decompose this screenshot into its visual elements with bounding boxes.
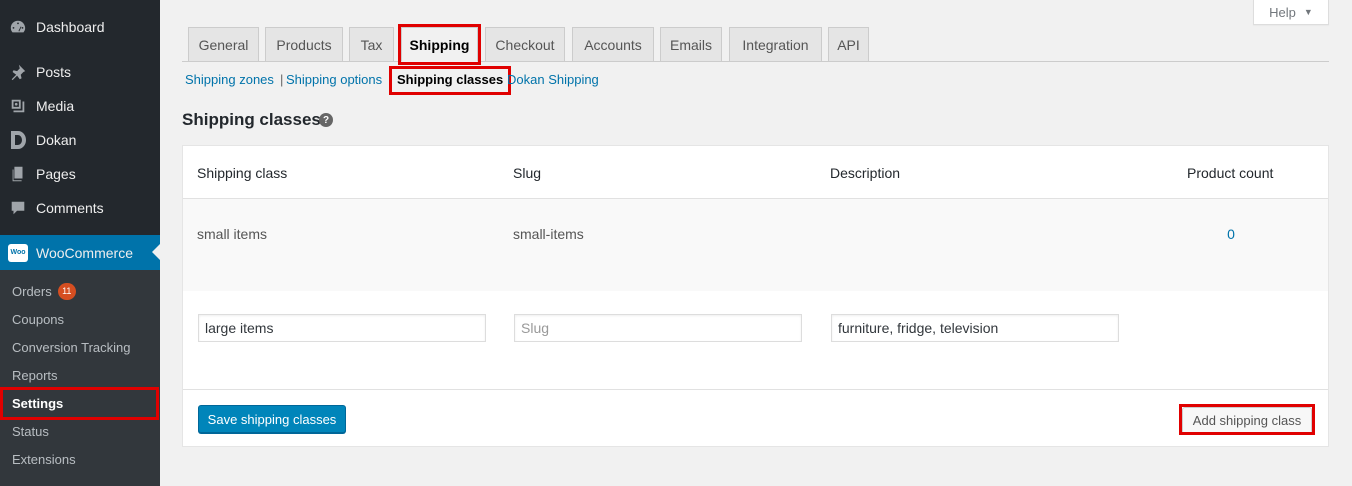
column-header-product-count: Product count bbox=[1187, 165, 1274, 181]
woocommerce-icon: Woo bbox=[0, 243, 36, 262]
tab-tax[interactable]: Tax bbox=[349, 27, 394, 62]
section-dokan-shipping[interactable]: Dokan Shipping bbox=[507, 72, 599, 87]
menu-item-comments[interactable]: Comments bbox=[0, 191, 160, 225]
tab-integration[interactable]: Integration bbox=[729, 27, 822, 62]
submenu-item-conversion-tracking[interactable]: Conversion Tracking bbox=[12, 333, 131, 361]
menu-item-dashboard[interactable]: Dashboard bbox=[0, 10, 160, 44]
comments-icon bbox=[0, 199, 36, 217]
shipping-class-name: small items bbox=[197, 226, 268, 242]
add-shipping-class-button[interactable]: Add shipping class bbox=[1182, 407, 1312, 434]
submenu-item-orders[interactable]: Orders 11 bbox=[12, 277, 76, 305]
settings-tabs: General Products Tax Shipping Checkout A… bbox=[182, 24, 1329, 65]
menu-item-media[interactable]: Media bbox=[0, 89, 160, 123]
new-class-name-input[interactable] bbox=[198, 314, 486, 342]
tab-checkout[interactable]: Checkout bbox=[485, 27, 565, 62]
media-icon bbox=[0, 97, 36, 115]
menu-label-comments: Comments bbox=[36, 200, 104, 216]
menu-item-pages[interactable]: Pages bbox=[0, 157, 160, 191]
page-title: Shipping classes bbox=[182, 110, 321, 129]
column-header-description: Description bbox=[830, 165, 901, 181]
submenu-item-reports[interactable]: Reports bbox=[12, 361, 58, 389]
tab-api[interactable]: API bbox=[828, 27, 869, 62]
shipping-classes-table: Shipping class Slug Description Product … bbox=[182, 145, 1329, 447]
admin-sidebar: Dashboard Posts Media Dokan Pages Commen… bbox=[0, 0, 160, 486]
pin-icon bbox=[0, 63, 36, 81]
shipping-class-slug: small-items bbox=[513, 226, 584, 242]
submenu-item-coupons[interactable]: Coupons bbox=[12, 305, 64, 333]
save-shipping-classes-button[interactable]: Save shipping classes bbox=[198, 405, 346, 433]
column-header-shipping-class: Shipping class bbox=[197, 165, 288, 181]
help-tip-icon[interactable]: ? bbox=[319, 113, 333, 127]
table-row[interactable]: small items small-items 0 bbox=[183, 199, 1328, 291]
submenu-item-status[interactable]: Status bbox=[12, 417, 49, 445]
help-label: Help bbox=[1269, 4, 1296, 20]
menu-label-dashboard: Dashboard bbox=[36, 19, 105, 35]
section-separator: | bbox=[280, 72, 284, 87]
submenu-item-extensions[interactable]: Extensions bbox=[12, 445, 76, 473]
menu-label-woocommerce: WooCommerce bbox=[36, 244, 133, 261]
menu-label-pages: Pages bbox=[36, 166, 76, 182]
submenu-label-orders: Orders bbox=[12, 283, 52, 299]
menu-item-woocommerce[interactable]: Woo WooCommerce bbox=[0, 235, 160, 270]
woocommerce-logo: Woo bbox=[8, 243, 28, 262]
section-shipping-classes[interactable]: Shipping classes bbox=[388, 66, 512, 95]
woocommerce-submenu: Orders 11 Coupons Conversion Tracking Re… bbox=[0, 270, 160, 486]
help-tab-button[interactable]: Help ▼ bbox=[1253, 0, 1329, 25]
submenu-item-settings[interactable]: Settings bbox=[0, 387, 159, 420]
dokan-icon bbox=[0, 130, 36, 150]
tab-products[interactable]: Products bbox=[265, 27, 343, 62]
menu-label-media: Media bbox=[36, 98, 75, 114]
menu-label-posts: Posts bbox=[36, 64, 72, 80]
menu-item-dokan[interactable]: Dokan bbox=[0, 123, 160, 157]
new-class-slug-input[interactable] bbox=[514, 314, 802, 342]
new-class-description-input[interactable] bbox=[831, 314, 1119, 342]
menu-label-dokan: Dokan bbox=[36, 132, 77, 148]
tab-accounts[interactable]: Accounts bbox=[572, 27, 654, 62]
tab-shipping[interactable]: Shipping bbox=[398, 24, 481, 65]
menu-item-posts[interactable]: Posts bbox=[0, 55, 160, 89]
pages-icon bbox=[0, 165, 36, 183]
column-header-slug: Slug bbox=[513, 165, 542, 181]
caret-down-icon: ▼ bbox=[1303, 7, 1313, 17]
dashboard-icon bbox=[0, 18, 36, 36]
section-shipping-zones[interactable]: Shipping zones bbox=[185, 72, 274, 87]
tab-emails[interactable]: Emails bbox=[660, 27, 722, 62]
tab-general[interactable]: General bbox=[188, 27, 259, 62]
product-count-link[interactable]: 0 bbox=[1223, 226, 1239, 242]
footer-divider bbox=[183, 389, 1328, 390]
orders-count-badge: 11 bbox=[57, 282, 76, 300]
section-shipping-options[interactable]: Shipping options bbox=[286, 72, 382, 87]
